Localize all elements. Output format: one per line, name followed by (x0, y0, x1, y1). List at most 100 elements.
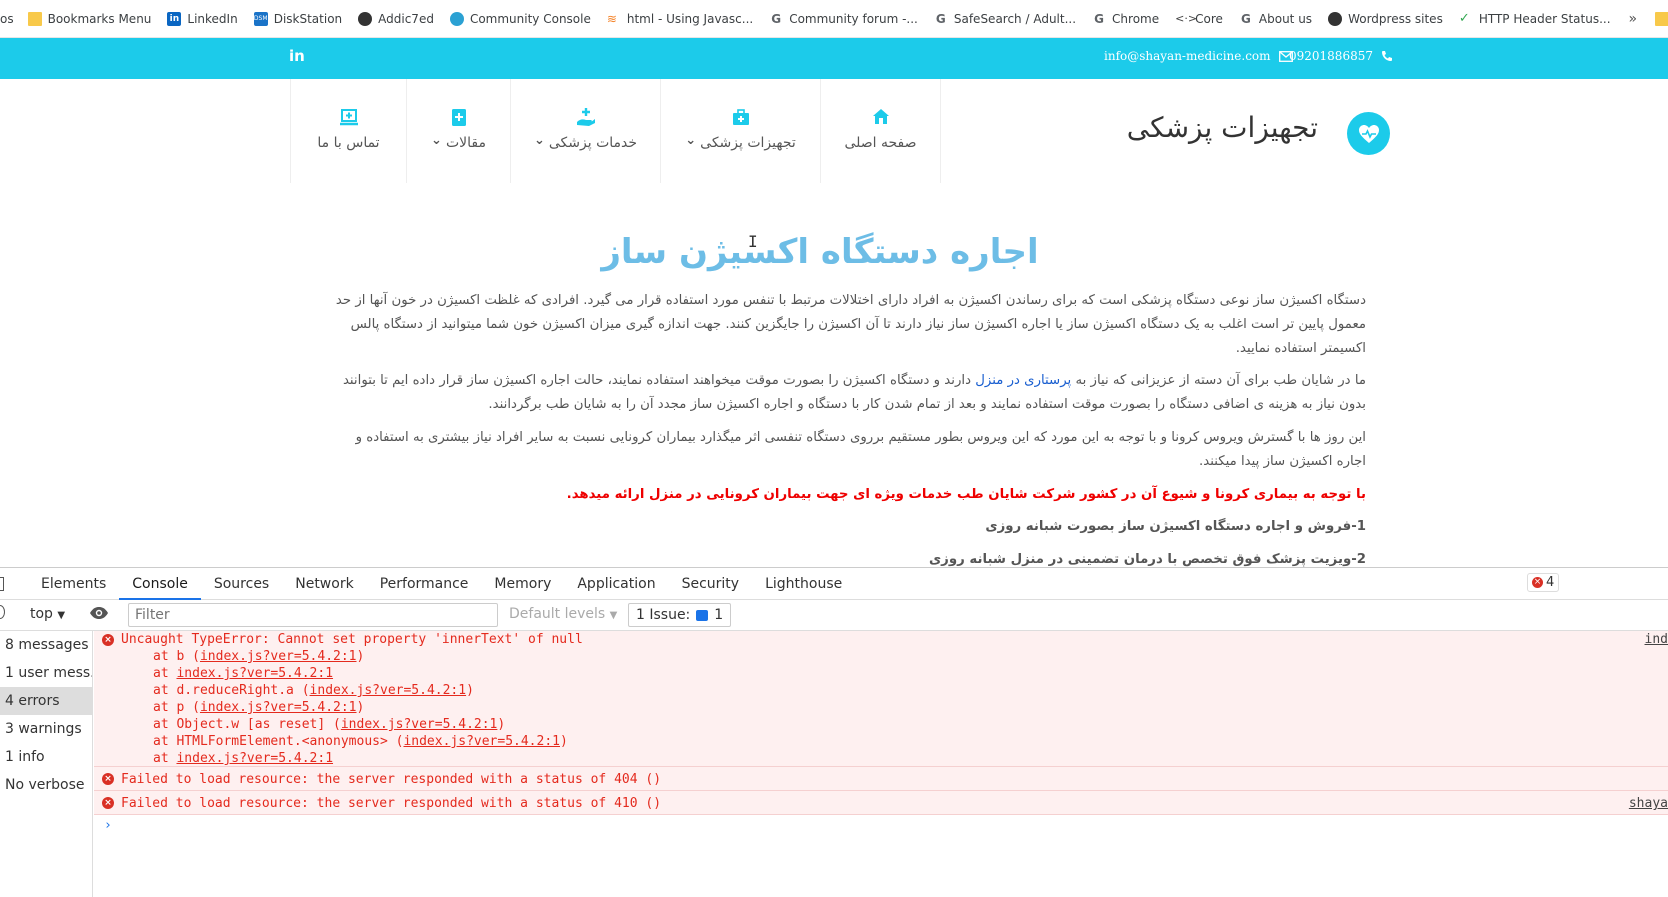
bookmark-label: Wordpress sites (1348, 11, 1443, 26)
tab-memory[interactable]: Memory (481, 568, 564, 600)
frame-prefix: at b ( (153, 649, 200, 664)
bookmarks-more-button[interactable]: » (1619, 11, 1648, 27)
chevron-down-icon: ⌄ (533, 132, 545, 148)
g-bookmark-icon: G (1094, 11, 1104, 26)
frame-source-link[interactable]: index.js?ver=5.4.2:1 (341, 717, 498, 732)
bookmark-item[interactable]: Addic7ed (350, 0, 442, 37)
top-contact-bar: in info@shayan-medicine.com 09201886857 (0, 38, 1668, 79)
console-error-404[interactable]: × Failed to load resource: the server re… (94, 767, 1668, 791)
bookmark-item[interactable]: Community Console (442, 0, 599, 37)
frame-suffix: ) (356, 649, 365, 664)
levels-dropdown[interactable]: Default levels ▼ (509, 606, 617, 622)
bookmark-label: Core (1195, 11, 1223, 26)
context-selector[interactable]: top ▼ (30, 606, 65, 622)
bookmark-label: DiskStation (273, 11, 343, 26)
bookmark-item[interactable]: DSM DiskStation (246, 0, 350, 37)
clear-console-icon[interactable] (0, 605, 5, 619)
console-error-410[interactable]: × Failed to load resource: the server re… (94, 791, 1668, 815)
nav-item[interactable]: مقالات ⌄ (407, 79, 511, 183)
sidebar-filter-item[interactable]: 3 warnings (0, 715, 92, 743)
code-bookmark-icon: <·> (1175, 11, 1198, 25)
dock-panel-icon[interactable] (0, 568, 8, 600)
frame-source-link[interactable]: index.js?ver=5.4.2:1 (176, 666, 333, 681)
nav-label-wrap: مقالات ⌄ (431, 133, 486, 152)
bookmark-item[interactable]: Oth (1647, 0, 1668, 37)
tab-application[interactable]: Application (564, 568, 668, 600)
filter-input[interactable] (128, 603, 498, 627)
frame-source-link[interactable]: index.js?ver=5.4.2:1 (403, 734, 560, 749)
issues-button[interactable]: 1 Issue: 1 (628, 603, 732, 627)
tel-bookmark-icon (449, 11, 464, 26)
bookmark-item[interactable]: G About us (1231, 0, 1320, 37)
bookmark-item[interactable]: G Chrome (1084, 0, 1167, 37)
frame-prefix: at p ( (153, 700, 200, 715)
error-message: Failed to load resource: the server resp… (121, 772, 662, 787)
g-bookmark-icon: G (1240, 11, 1251, 26)
nav-item[interactable]: خدمات پزشکی ⌄ (511, 79, 661, 183)
tab-elements[interactable]: Elements (28, 568, 119, 600)
bookmark-item[interactable]: os (0, 0, 20, 37)
error-source-link[interactable]: ind (1645, 631, 1668, 648)
stack-frame: at p (index.js?ver=5.4.2:1) (121, 699, 1668, 716)
tab-network[interactable]: Network (282, 568, 366, 600)
sidebar-filter-item[interactable]: 1 info (0, 743, 92, 771)
bookmark-item[interactable]: in LinkedIn (159, 0, 245, 37)
sidebar-filter-item[interactable]: 1 user mess... (0, 659, 92, 687)
nav-label-wrap: صفحه اصلی (844, 135, 916, 151)
phone-text[interactable]: 09201886857 (1289, 49, 1373, 63)
tab-lighthouse[interactable]: Lighthouse (752, 568, 855, 600)
sidebar-filter-item[interactable]: No verbose (0, 771, 92, 799)
nav-item[interactable]: تجهیزات پزشکی ⌄ (661, 79, 821, 183)
home-nursing-link[interactable]: پرستاری در منزل (975, 373, 1071, 388)
nav-label: صفحه اصلی (844, 135, 917, 151)
console-error-typeerror[interactable]: × Uncaught TypeError: Cannot set propert… (94, 631, 1668, 767)
stack-frame: at index.js?ver=5.4.2:1 (121, 665, 1668, 682)
bookmarks-bar: os Bookmarks Menu in LinkedIn DSM DiskStation… (0, 0, 1668, 38)
bookmark-item[interactable]: G Community forum -... (761, 0, 926, 37)
tab-performance[interactable]: Performance (367, 568, 482, 600)
bookmark-item[interactable]: ✓ HTTP Header Status... (1451, 0, 1619, 37)
logo-heart-icon[interactable] (1347, 112, 1390, 155)
nav-item[interactable]: تماس با ما (291, 79, 407, 183)
paragraph-rental: ما در شایان طب برای آن دسته از عزیزانی ک… (331, 369, 1366, 417)
console-prompt[interactable]: › (94, 815, 1668, 837)
nav-label: خدمات پزشکی (548, 135, 638, 151)
hand-plus-icon (576, 108, 595, 126)
frame-suffix: ) (560, 734, 568, 749)
tab-security[interactable]: Security (669, 568, 753, 600)
linkedin-icon[interactable]: in (289, 47, 307, 65)
stack-frame: at Object.w [as reset] (index.js?ver=5.4… (121, 716, 1668, 733)
sidebar-filter-item[interactable]: 8 messages (0, 631, 92, 659)
tab-console[interactable]: Console (119, 568, 201, 600)
stack-frame: at index.js?ver=5.4.2:1 (121, 750, 1668, 767)
frame-source-link[interactable]: index.js?ver=5.4.2:1 (310, 683, 467, 698)
text-cursor-icon: I (748, 232, 758, 251)
console-messages: × Uncaught TypeError: Cannot set propert… (94, 631, 1668, 897)
frame-source-link[interactable]: index.js?ver=5.4.2:1 (200, 700, 357, 715)
site-header: صفحه اصلی تجهیزات پزشکی ⌄ خدمات پزشکی ⌄ مقالا… (0, 79, 1668, 184)
bookmark-item[interactable]: G SafeSearch / Adult... (926, 0, 1084, 37)
tab-sources[interactable]: Sources (201, 568, 282, 600)
service-item-2: 2-ویزیت پزشک فوق تخصص با درمان تضمینی در… (929, 552, 1366, 567)
eye-icon[interactable] (89, 606, 109, 620)
sidebar-filter-item[interactable]: 4 errors (0, 687, 92, 715)
error-count-badge[interactable]: × 4 (1527, 573, 1560, 592)
error-icon: × (1532, 577, 1543, 588)
bookmark-item[interactable]: Bookmarks Menu (20, 0, 160, 37)
logo-text[interactable]: تجهیزات پزشکی (1108, 111, 1318, 144)
frame-source-link[interactable]: index.js?ver=5.4.2:1 (176, 751, 333, 766)
chevron-down-icon: ⌄ (685, 132, 697, 148)
console-sidebar: 8 messages1 user mess...4 errors3 warnin… (0, 631, 93, 897)
bookmark-item[interactable]: <·> Core (1167, 0, 1231, 37)
nav-item[interactable]: صفحه اصلی (821, 79, 941, 183)
error-source-link[interactable]: shaya (1629, 795, 1668, 812)
medkit-icon (732, 109, 749, 125)
bookmark-item[interactable]: ≋ html - Using Javasc... (599, 0, 761, 37)
paragraph-highlight: با توجه به بیماری کرونا و شیوع آن در کشو… (566, 487, 1366, 502)
frame-source-link[interactable]: index.js?ver=5.4.2:1 (200, 649, 357, 664)
contact-email[interactable]: info@shayan-medicine.com (1104, 49, 1293, 63)
contact-phone[interactable]: 09201886857 (1289, 49, 1393, 63)
bookmark-item[interactable]: Wordpress sites (1320, 0, 1451, 37)
issue-chat-icon (696, 609, 709, 621)
email-text[interactable]: info@shayan-medicine.com (1104, 49, 1271, 63)
